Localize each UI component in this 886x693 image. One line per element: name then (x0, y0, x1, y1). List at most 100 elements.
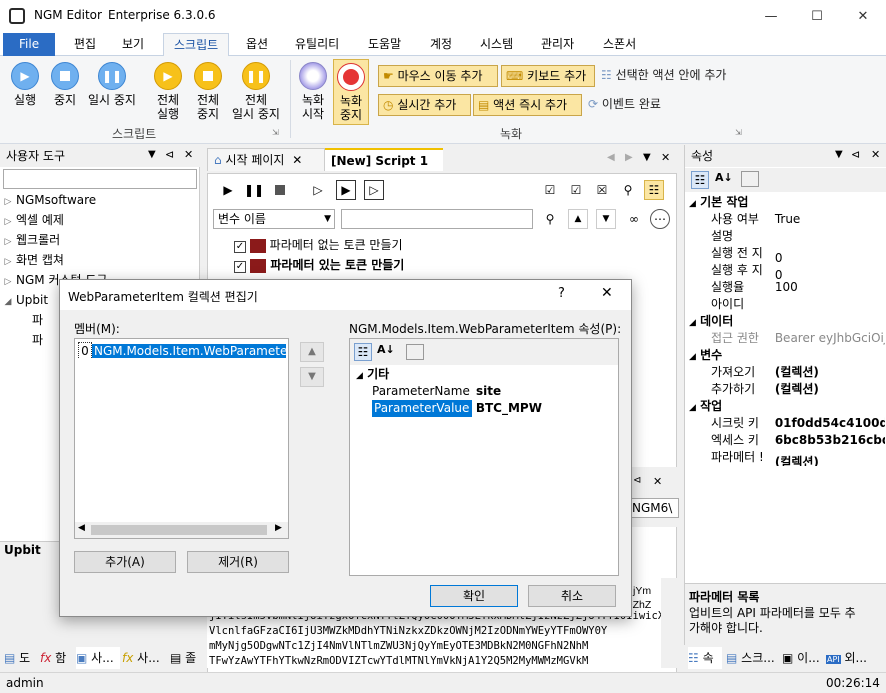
menu-options[interactable]: 옵션 (236, 33, 278, 56)
category-variable[interactable]: ◢ 변수 (689, 347, 885, 364)
menu-file[interactable]: File (3, 33, 56, 56)
run-button[interactable]: ▶ 실행 (8, 62, 42, 107)
checkbox[interactable]: ✓ (234, 261, 246, 273)
category-data[interactable]: ◢ 데이터 (689, 313, 885, 330)
minimize-icon[interactable]: — (748, 0, 794, 32)
panel-close-icon[interactable]: ✕ (653, 475, 662, 488)
check-icon[interactable]: ☑ (566, 180, 586, 200)
variable-value-input[interactable] (341, 209, 533, 229)
right-bottom-tab-1[interactable]: ☷ 속 (688, 647, 722, 669)
tree-item[interactable]: 파 (32, 310, 43, 330)
menu-view[interactable]: 보기 (112, 33, 154, 56)
expand-icon[interactable]: ▷ (0, 272, 16, 292)
ok-button[interactable]: 확인 (430, 585, 518, 607)
move-up-button[interactable]: ▲ (300, 342, 324, 362)
expand-icon[interactable]: ▷ (0, 232, 16, 252)
event-done-button[interactable]: ⟳ 이벤트 완료 (584, 94, 665, 116)
menu-sponsor[interactable]: 스폰서 (593, 33, 646, 56)
scroll-right-icon[interactable]: ▶ (275, 523, 282, 533)
menu-utility[interactable]: 유틸리티 (285, 33, 349, 56)
categorized-icon[interactable]: ☷ (691, 171, 709, 189)
pin-icon[interactable]: ⊲ (165, 148, 174, 161)
pause-all-button[interactable]: ❚❚ 전체 일시 중지 (228, 62, 284, 121)
tree-item[interactable]: ▷ 웹크롤러 (0, 230, 61, 252)
left-bottom-tab-2[interactable]: fx 함 (40, 647, 72, 669)
menu-edit[interactable]: 편집 (64, 33, 106, 56)
left-bottom-tab-4[interactable]: fx 사... (122, 647, 168, 669)
member-item[interactable]: 0 NGM.Models.Item.WebParameterI (78, 342, 286, 359)
run-block-icon[interactable]: ▶ (336, 180, 356, 200)
expand-icon[interactable]: ▷ (0, 192, 16, 212)
pause-icon[interactable]: ❚❚ (244, 180, 264, 200)
scroll-right-icon[interactable]: ▶ (625, 152, 633, 163)
prop-row[interactable]: 사용 여부 True (711, 211, 885, 228)
record-start-button[interactable]: 녹화 시작 (296, 62, 330, 121)
variable-select[interactable]: 변수 이름 ▼ (213, 209, 335, 229)
tab-script-1[interactable]: [New] Script 1 ✕ (325, 148, 443, 190)
pause-button[interactable]: ❚❚ 일시 중지 (84, 62, 140, 107)
prop-row[interactable]: 시크릿 키 01f0dd54c4100da6 (711, 415, 885, 432)
move-up-icon[interactable]: ▲ (568, 209, 588, 229)
dialog-close-icon[interactable]: ✕ (601, 285, 613, 301)
prop-row[interactable]: 엑세스 키 6bc8b53b216cbd9 (711, 432, 885, 449)
check-all-icon[interactable]: ☑ (540, 180, 560, 200)
cancel-button[interactable]: 취소 (528, 585, 616, 607)
move-down-icon[interactable]: ▼ (596, 209, 616, 229)
add-button[interactable]: 추가(A) (74, 551, 176, 573)
prop-row[interactable]: 파라메터 ! (컬렉션) (711, 449, 885, 466)
action-item[interactable]: ✓ 파라메터 없는 토큰 만들기 (234, 236, 403, 254)
tab-start-page[interactable]: ⌂ 시작 페이지 ✕ (207, 148, 325, 171)
prop-row[interactable]: 실행율 100 (711, 279, 885, 296)
sort-az-icon[interactable]: A↓ (377, 343, 395, 356)
right-bottom-tab-2[interactable]: ▤ 스크... (726, 647, 778, 669)
pin-icon[interactable]: ⊲ (633, 475, 641, 486)
sort-az-icon[interactable]: A↓ (715, 171, 733, 184)
add-mouse-move-button[interactable]: ☛ 마우스 이동 추가 (378, 65, 498, 87)
prop-row-parameter-value[interactable]: ParameterValue BTC_MPW (372, 400, 616, 417)
tree-item[interactable]: 파 (32, 330, 43, 350)
maximize-icon[interactable]: ☐ (794, 0, 840, 32)
move-down-button[interactable]: ▼ (300, 367, 324, 387)
panel-close-icon[interactable]: ✕ (184, 148, 193, 161)
left-bottom-tab-3[interactable]: ▣ 사... (76, 647, 120, 669)
scroll-left-icon[interactable]: ◀ (607, 152, 615, 163)
menu-system[interactable]: 시스템 (470, 33, 523, 56)
close-icon[interactable]: ✕ (840, 0, 886, 32)
right-bottom-tab-4[interactable]: API 외... (826, 647, 882, 669)
run-all-button[interactable]: ▶ 전체 실행 (148, 62, 188, 121)
right-bottom-tab-3[interactable]: ▣ 이... (782, 647, 822, 669)
record-launcher-icon[interactable]: ⇲ (735, 128, 742, 137)
add-keyboard-button[interactable]: ⌨ 키보드 추가 (501, 65, 595, 87)
checkbox[interactable]: ✓ (234, 241, 246, 253)
menu-account[interactable]: 계정 (420, 33, 462, 56)
menu-admin[interactable]: 관리자 (531, 33, 584, 56)
tree-item[interactable]: ▷ 엑셀 예제 (0, 210, 64, 230)
property-pages-icon[interactable] (406, 344, 424, 360)
scroll-thumb[interactable] (91, 525, 267, 535)
panel-menu-icon[interactable]: ▼ (148, 149, 156, 160)
stop-button[interactable]: 중지 (48, 62, 82, 107)
members-hscrollbar[interactable]: ◀ ▶ (75, 522, 288, 538)
step-icon[interactable]: ▷ (308, 180, 328, 200)
panel-menu-icon[interactable]: ▼ (835, 149, 843, 160)
run-icon[interactable]: ▶ (218, 180, 238, 200)
action-item[interactable]: ✓ 파라메터 있는 토큰 만들기 (234, 256, 404, 274)
category-job[interactable]: ◢ 작업 (689, 398, 885, 415)
delete-icon[interactable]: ☒ (592, 180, 612, 200)
add-realtime-button[interactable]: ◷ 실시간 추가 (378, 94, 471, 116)
run-selected-icon[interactable]: ▷ (364, 180, 384, 200)
category-misc[interactable]: ◢ 기타 (356, 366, 616, 383)
tree-item[interactable]: ▷ 화면 캡쳐 (0, 250, 64, 270)
collapse-icon[interactable]: ◢ (0, 292, 16, 312)
prop-row[interactable]: 접근 권한 Bearer eyJhbGciOiJ (711, 330, 885, 347)
prop-row[interactable]: 설명 (711, 228, 885, 245)
record-stop-button[interactable]: 녹화 중지 (333, 59, 369, 125)
tree-view-icon[interactable]: ☷ (644, 180, 664, 200)
more-icon[interactable]: ⋯ (650, 209, 670, 229)
tree-item[interactable]: ◢ Upbit (0, 290, 49, 312)
menu-script[interactable]: 스크립트 (163, 33, 230, 56)
editor-close-icon[interactable]: ✕ (661, 151, 670, 164)
help-icon[interactable]: ? (558, 286, 565, 301)
prop-row[interactable]: 가져오기 (컬렉션) (711, 364, 885, 381)
remove-button[interactable]: 제거(R) (187, 551, 289, 573)
